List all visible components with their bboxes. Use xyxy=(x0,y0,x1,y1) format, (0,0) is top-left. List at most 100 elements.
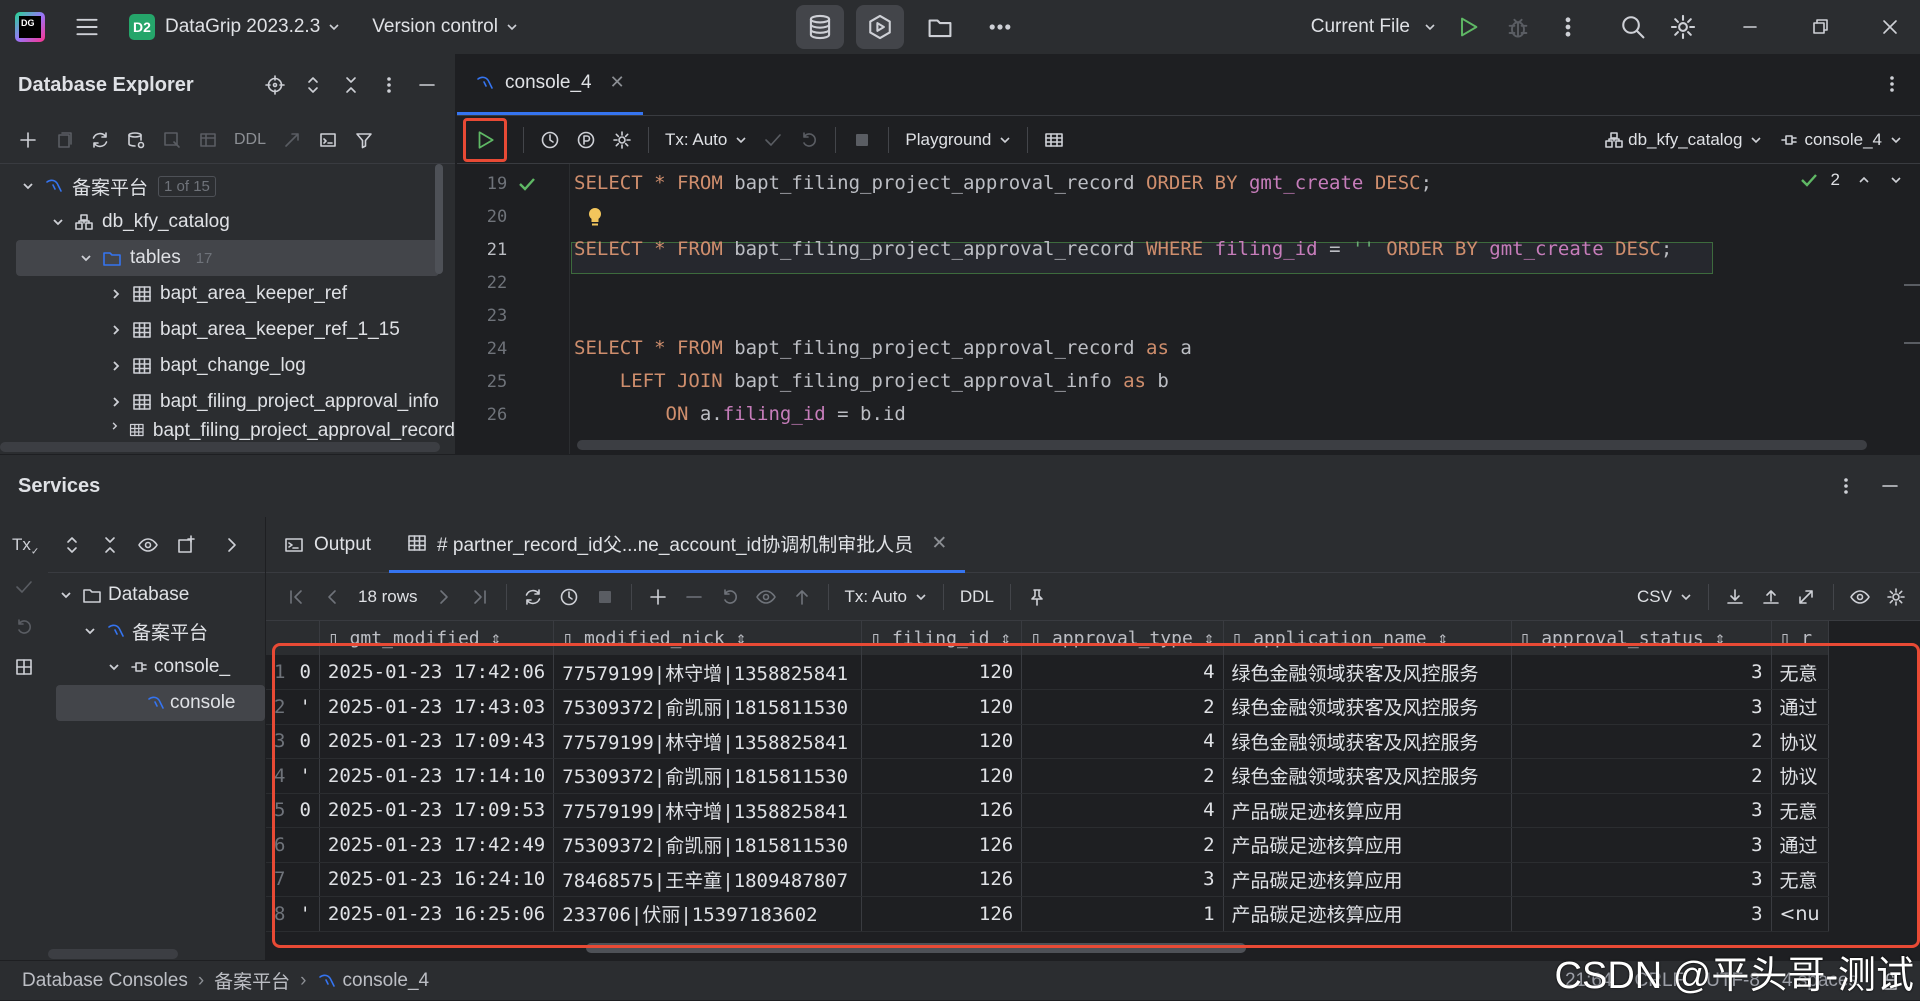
table-row[interactable]: 7 2025-01-23 16:24:10 78468575|王辛童|1809487… xyxy=(266,862,1829,897)
more-tools-button[interactable] xyxy=(976,5,1024,49)
tree-scrollbar[interactable] xyxy=(435,164,443,274)
cell-approval-status[interactable]: 3 xyxy=(1511,896,1772,932)
cell-filing-id[interactable]: 120 xyxy=(861,689,1023,725)
column-header[interactable]: ▯ filing_id ⇕ xyxy=(861,621,1023,655)
settings-gear-icon[interactable] xyxy=(1670,14,1696,40)
cell-application-name[interactable]: 绿色金融领域获客及风控服务 xyxy=(1223,724,1512,759)
tree-node-table[interactable]: bapt_area_keeper_ref_1_15 xyxy=(0,312,455,348)
chevron-down-icon[interactable] xyxy=(1890,174,1902,186)
cell-approval-type[interactable]: 2 xyxy=(1021,827,1224,863)
session-selector[interactable]: console_4 xyxy=(1780,130,1902,150)
expand-all-icon[interactable] xyxy=(303,75,323,95)
cell-approval-status[interactable]: 3 xyxy=(1511,793,1772,828)
run-icon[interactable] xyxy=(1456,15,1480,39)
breadcrumb-item[interactable]: 备案平台 xyxy=(214,967,290,994)
hide-panel-icon[interactable] xyxy=(1880,476,1900,496)
table-view-icon[interactable] xyxy=(1044,130,1064,150)
transaction-mode-dropdown[interactable]: Tx: Auto xyxy=(665,130,747,150)
project-name[interactable]: DataGrip 2023.2.3 xyxy=(165,16,320,38)
playground-dropdown[interactable]: Playground xyxy=(905,130,1011,150)
rows-count[interactable]: 18 rows xyxy=(358,587,418,607)
refresh-icon[interactable] xyxy=(90,130,110,150)
cell-gmt-modified[interactable]: 2025-01-23 17:43:03 xyxy=(319,689,555,725)
settings-gear-icon[interactable] xyxy=(612,130,632,150)
main-menu-icon[interactable] xyxy=(75,15,99,39)
breadcrumb-item[interactable]: Database Consoles xyxy=(22,970,188,992)
svc-node-database[interactable]: Database xyxy=(48,577,265,613)
tree-horizontal-scrollbar[interactable] xyxy=(0,442,440,452)
table-row[interactable]: 6 2025-01-23 17:42:49 75309372|俞凯丽|1815811… xyxy=(266,827,1829,863)
tree-node-tables[interactable]: tables 17 xyxy=(16,240,439,276)
preview-changes-icon[interactable] xyxy=(755,587,776,607)
cell-approval-status[interactable]: 3 xyxy=(1511,862,1772,897)
delete-row-icon[interactable] xyxy=(684,587,704,607)
cell-approval-type[interactable]: 4 xyxy=(1021,655,1224,690)
cell-approval-status[interactable]: 3 xyxy=(1511,827,1772,863)
jump-to-icon[interactable] xyxy=(282,130,302,150)
lightbulb-icon[interactable] xyxy=(585,206,605,230)
hide-panel-icon[interactable] xyxy=(417,75,437,95)
cell-filing-id[interactable]: 126 xyxy=(861,793,1023,828)
schema-count-badge[interactable]: 1 of 15 xyxy=(158,175,216,197)
filter-icon[interactable] xyxy=(354,130,374,150)
cell-gmt-modified[interactable]: 2025-01-23 16:25:06 xyxy=(319,896,555,932)
column-header[interactable]: ▯ application_name ⇕ xyxy=(1223,621,1512,655)
table-row[interactable]: 2 ' 2025-01-23 17:43:03 75309372|俞凯丽|181581… xyxy=(266,689,1829,725)
schema-selector[interactable]: db_kfy_catalog xyxy=(1604,130,1762,150)
cell-approval-status[interactable]: 3 xyxy=(1511,655,1772,690)
cell-approval-type[interactable]: 2 xyxy=(1021,758,1224,794)
settings-gear-icon[interactable] xyxy=(1886,587,1906,607)
files-tool-button[interactable] xyxy=(916,5,964,49)
cell-truncated[interactable]: 无意 xyxy=(1771,655,1829,690)
cell-approval-status[interactable]: 2 xyxy=(1511,724,1772,759)
collapse-all-icon[interactable] xyxy=(341,75,361,95)
add-row-icon[interactable] xyxy=(648,587,668,607)
cell-truncated[interactable]: <nu xyxy=(1771,896,1829,932)
cell-filing-id[interactable]: 120 xyxy=(861,724,1023,759)
cell-application-name[interactable]: 产品碳足迹核算应用 xyxy=(1223,896,1512,932)
cell-modified-nick[interactable]: 233706|伏丽|15397183602 xyxy=(553,896,863,932)
search-icon[interactable] xyxy=(1620,14,1646,40)
locate-icon[interactable] xyxy=(265,75,285,95)
column-header[interactable]: ▯ approval_status ⇕ xyxy=(1511,621,1772,655)
cell-gmt-modified[interactable]: 2025-01-23 17:42:06 xyxy=(319,655,555,690)
svc-node-datasource[interactable]: 备案平台 xyxy=(48,613,265,649)
previous-page-icon[interactable] xyxy=(322,587,342,607)
cell-approval-type[interactable]: 2 xyxy=(1021,689,1224,725)
cell-approval-type[interactable]: 3 xyxy=(1021,862,1224,897)
cell-modified-nick[interactable]: 75309372|俞凯丽|1815811530 xyxy=(553,689,863,725)
more-vertical-icon[interactable] xyxy=(1836,476,1856,496)
svc-node-session[interactable]: console xyxy=(56,685,265,721)
cell-application-name[interactable]: 产品碳足迹核算应用 xyxy=(1223,827,1512,863)
rollback-icon[interactable] xyxy=(799,130,819,150)
tree-node-table[interactable]: bapt_area_keeper_ref xyxy=(0,276,455,312)
chevron-right-icon[interactable] xyxy=(222,535,242,555)
cell-truncated[interactable]: 通过 xyxy=(1771,827,1829,863)
revert-icon[interactable] xyxy=(720,587,740,607)
cell-modified-nick[interactable]: 75309372|俞凯丽|1815811530 xyxy=(553,827,863,863)
cell-truncated[interactable]: 无意 xyxy=(1771,793,1829,828)
cell-application-name[interactable]: 产品碳足迹核算应用 xyxy=(1223,793,1512,828)
tree-node-table[interactable]: bapt_change_log xyxy=(0,348,455,384)
cell-gmt-modified[interactable]: 2025-01-23 16:24:10 xyxy=(319,862,555,897)
cell-application-name[interactable]: 绿色金融领域获客及风控服务 xyxy=(1223,689,1512,725)
layout-icon[interactable] xyxy=(14,657,34,677)
table-row[interactable]: 1 0 2025-01-23 17:42:06 77579199|林守增|135882… xyxy=(266,655,1829,690)
grid-tx-mode-dropdown[interactable]: Tx: Auto xyxy=(845,587,927,607)
export-format-dropdown[interactable]: CSV xyxy=(1637,587,1692,607)
cell-approval-type[interactable]: 4 xyxy=(1021,793,1224,828)
cell-truncated[interactable]: 协议 xyxy=(1771,758,1829,794)
tree-node-catalog[interactable]: db_kfy_catalog xyxy=(0,204,455,240)
submit-icon[interactable] xyxy=(792,587,812,607)
tab-result[interactable]: # partner_record_id父...ne_account_id协调机制… xyxy=(389,517,966,573)
project-badge[interactable]: D2 xyxy=(129,14,155,40)
table-editor-icon[interactable] xyxy=(198,130,218,150)
cell-application-name[interactable]: 绿色金融领域获客及风控服务 xyxy=(1223,655,1512,690)
refresh-icon[interactable] xyxy=(523,587,543,607)
table-row[interactable]: 4 ' 2025-01-23 17:14:10 75309372|俞凯丽|181581… xyxy=(266,758,1829,794)
cell-modified-nick[interactable]: 77579199|林守增|1358825841 xyxy=(553,724,863,759)
last-page-icon[interactable] xyxy=(470,587,490,607)
copy-icon[interactable] xyxy=(54,130,74,150)
eye-icon[interactable] xyxy=(138,535,158,555)
version-control-menu[interactable]: Version control xyxy=(372,16,498,38)
